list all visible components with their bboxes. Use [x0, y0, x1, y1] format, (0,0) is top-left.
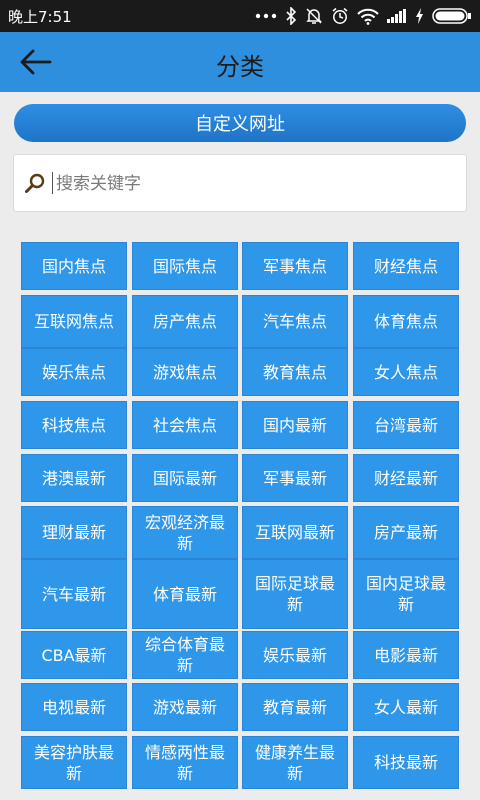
- category-label: 财经焦点: [373, 256, 438, 276]
- category-item[interactable]: 国际焦点: [132, 242, 238, 290]
- category-item[interactable]: 社会焦点: [132, 401, 238, 449]
- category-item[interactable]: 国内焦点: [21, 242, 127, 290]
- alarm-icon: [332, 7, 348, 24]
- category-label: 汽车最新: [41, 584, 106, 604]
- bluetooth-icon: [286, 7, 297, 25]
- category-item[interactable]: 军事最新: [242, 454, 348, 502]
- category-item[interactable]: CBA最新: [21, 631, 127, 679]
- category-label: 电视最新: [41, 697, 106, 717]
- category-item[interactable]: 女人最新: [353, 683, 459, 731]
- text-cursor: [52, 172, 53, 194]
- category-item[interactable]: 房产最新: [353, 506, 459, 559]
- more-dots-icon: [255, 13, 277, 19]
- category-item[interactable]: 娱乐焦点: [21, 348, 127, 396]
- category-label: 教育最新: [262, 697, 327, 717]
- category-item[interactable]: 女人焦点: [353, 348, 459, 396]
- category-label: CBA最新: [41, 645, 107, 665]
- category-item[interactable]: 体育焦点: [353, 295, 459, 348]
- category-label: 游戏最新: [152, 697, 217, 717]
- category-item[interactable]: 汽车最新: [21, 559, 127, 629]
- category-label: 财经最新: [373, 468, 438, 488]
- category-label: 女人最新: [373, 697, 438, 717]
- category-label: 台湾最新: [373, 415, 438, 435]
- category-item[interactable]: 理财最新: [21, 506, 127, 559]
- battery-icon: [432, 8, 471, 24]
- category-item[interactable]: 房产焦点: [132, 295, 238, 348]
- search-box[interactable]: [13, 154, 467, 212]
- category-label: 国内焦点: [41, 256, 106, 276]
- category-item[interactable]: 财经最新: [353, 454, 459, 502]
- category-item[interactable]: 国际足球最新: [242, 559, 348, 629]
- category-item[interactable]: 科技焦点: [21, 401, 127, 449]
- category-grid: 国内焦点 国际焦点 军事焦点 财经焦点互联网焦点 房产焦点 汽车焦点 体育焦点娱乐焦点 游戏焦…: [21, 242, 461, 800]
- category-label: 游戏焦点: [152, 362, 217, 382]
- category-label: 体育焦点: [373, 312, 438, 331]
- category-label: 宏观经济最新: [144, 512, 225, 553]
- category-item[interactable]: 宏观经济最新: [132, 506, 238, 559]
- category-label: 国内最新: [262, 415, 327, 435]
- app-bar: 分类: [0, 32, 480, 92]
- category-label: 女人焦点: [373, 362, 438, 382]
- category-label: 理财最新: [41, 523, 106, 542]
- category-label: 综合体育最新: [144, 635, 225, 675]
- mute-icon: [306, 8, 322, 24]
- category-label: 娱乐最新: [262, 645, 327, 665]
- category-item[interactable]: 互联网最新: [242, 506, 348, 559]
- signal-icon: [387, 9, 406, 23]
- category-label: 社会焦点: [152, 415, 217, 435]
- category-item[interactable]: 电视最新: [21, 683, 127, 731]
- category-label: 房产焦点: [152, 312, 217, 331]
- category-label: 电影最新: [373, 645, 438, 665]
- category-label: 国际最新: [152, 468, 217, 488]
- category-item[interactable]: 美容护肤最新: [21, 736, 127, 789]
- category-label: 国际足球最新: [254, 574, 335, 614]
- category-item[interactable]: 情感两性最新: [132, 736, 238, 789]
- status-bar: 晚上7:51: [0, 0, 480, 32]
- category-label: 互联网最新: [254, 523, 335, 542]
- category-item[interactable]: 汽车焦点: [242, 295, 348, 348]
- category-label: 国内足球最新: [365, 574, 446, 614]
- category-label: 体育最新: [152, 584, 217, 604]
- category-label: 娱乐焦点: [41, 362, 106, 382]
- category-label: 情感两性最新: [144, 742, 225, 783]
- category-item[interactable]: 军事焦点: [242, 242, 348, 290]
- category-item[interactable]: 娱乐最新: [242, 631, 348, 679]
- category-label: 房产最新: [373, 523, 438, 542]
- category-item[interactable]: 游戏最新: [132, 683, 238, 731]
- category-item[interactable]: 游戏焦点: [132, 348, 238, 396]
- category-item[interactable]: 电影最新: [353, 631, 459, 679]
- category-label: 港澳最新: [41, 468, 106, 488]
- category-label: 科技焦点: [41, 415, 106, 435]
- category-item[interactable]: 台湾最新: [353, 401, 459, 449]
- status-time: 晚上7:51: [8, 8, 72, 26]
- category-item[interactable]: 财经焦点: [353, 242, 459, 290]
- category-label: 美容护肤最新: [33, 742, 114, 783]
- category-item[interactable]: 港澳最新: [21, 454, 127, 502]
- charging-icon: [416, 8, 423, 24]
- wifi-icon: [357, 8, 379, 25]
- category-item[interactable]: 科技最新: [353, 736, 459, 789]
- category-item[interactable]: 体育最新: [132, 559, 238, 629]
- custom-url-button[interactable]: 自定义网址: [14, 104, 466, 142]
- category-item[interactable]: 国内最新: [242, 401, 348, 449]
- category-label: 教育焦点: [262, 362, 327, 382]
- category-label: 国际焦点: [152, 256, 217, 276]
- category-item[interactable]: 教育最新: [242, 683, 348, 731]
- category-item[interactable]: 国际最新: [132, 454, 238, 502]
- category-label: 军事最新: [262, 468, 327, 488]
- category-label: 汽车焦点: [262, 312, 327, 331]
- category-item[interactable]: 教育焦点: [242, 348, 348, 396]
- category-item[interactable]: 健康养生最新: [242, 736, 348, 789]
- search-input[interactable]: [54, 167, 458, 201]
- category-label: 军事焦点: [262, 256, 327, 276]
- category-item[interactable]: 互联网焦点: [21, 295, 127, 348]
- category-label: 互联网焦点: [33, 312, 114, 331]
- category-label: 健康养生最新: [254, 742, 335, 783]
- search-icon: [25, 173, 45, 193]
- status-icons: [255, 4, 472, 28]
- category-label: 科技最新: [373, 753, 438, 772]
- category-item[interactable]: 国内足球最新: [353, 559, 459, 629]
- page-title: 分类: [216, 53, 264, 81]
- category-item[interactable]: 综合体育最新: [132, 631, 238, 679]
